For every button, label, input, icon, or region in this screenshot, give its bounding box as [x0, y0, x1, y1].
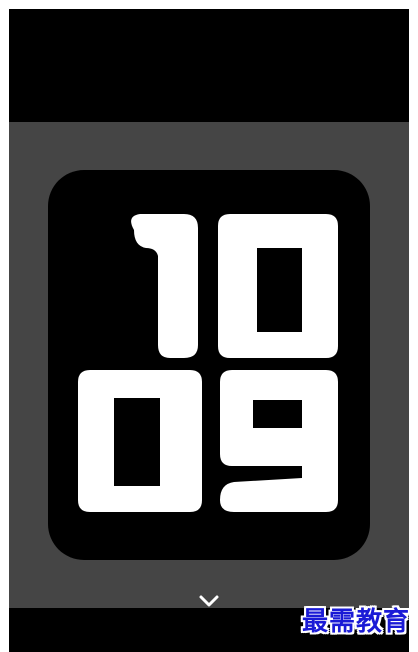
watch-screen: 10 09 [9, 9, 409, 652]
top-bar [9, 9, 409, 122]
chevron-down-icon[interactable] [198, 594, 220, 608]
watermark-text: 最需教育 [301, 607, 410, 637]
digit-minutes-ones [220, 370, 338, 512]
digit-minutes-tens [78, 370, 202, 512]
time-digits [78, 214, 338, 512]
digit-hours-tens [131, 214, 198, 358]
watch-face[interactable]: 10 09 [48, 170, 370, 560]
digit-hours-ones [218, 214, 338, 358]
